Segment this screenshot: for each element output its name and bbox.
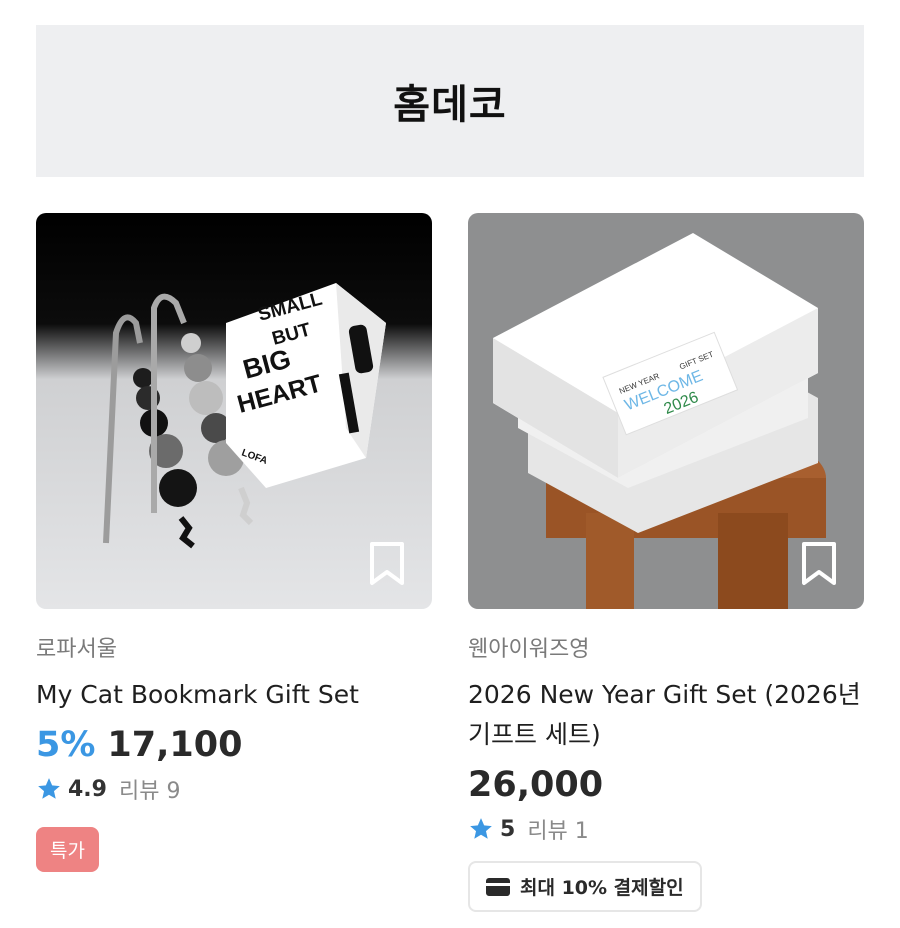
rating-value: 4.9	[68, 776, 107, 802]
bookmark-icon[interactable]	[368, 541, 406, 587]
product-card[interactable]: NEW YEAR GIFT SET WELCOME 2026 웬아이워즈영 20…	[468, 213, 864, 912]
price-row: 26,000	[468, 765, 864, 805]
category-banner: 홈데코	[36, 25, 864, 177]
credit-card-icon	[486, 877, 510, 896]
product-title[interactable]: 2026 New Year Gift Set (2026년 기프트 세트)	[468, 675, 864, 755]
product-price: 26,000	[468, 765, 604, 805]
rating-value: 5	[500, 816, 516, 842]
category-title: 홈데코	[393, 82, 507, 128]
product-card[interactable]: SMALL BUT BIG HEART LOFA 로파서울 My Cat Boo…	[36, 213, 432, 872]
rating-row: 4.9 리뷰 9	[36, 773, 432, 805]
product-image[interactable]: SMALL BUT BIG HEART LOFA	[36, 213, 432, 609]
star-icon	[38, 778, 60, 799]
bookmark-icon[interactable]	[800, 541, 838, 587]
product-image[interactable]: NEW YEAR GIFT SET WELCOME 2026	[468, 213, 864, 609]
price-row: 5% 17,100	[36, 725, 432, 765]
star-icon	[470, 818, 492, 839]
product-brand[interactable]: 웬아이워즈영	[468, 635, 864, 665]
product-price: 17,100	[107, 725, 243, 765]
payment-discount-text: 최대 10% 결제할인	[520, 877, 684, 899]
review-count: 리뷰 9	[118, 779, 181, 804]
review-count: 리뷰 1	[527, 819, 589, 844]
product-title[interactable]: My Cat Bookmark Gift Set	[36, 675, 432, 715]
special-price-badge: 특가	[36, 827, 99, 872]
discount-rate: 5%	[36, 725, 96, 765]
payment-discount-badge: 최대 10% 결제할인	[468, 861, 702, 912]
rating-row: 5 리뷰 1	[468, 813, 864, 845]
product-brand[interactable]: 로파서울	[36, 635, 432, 665]
